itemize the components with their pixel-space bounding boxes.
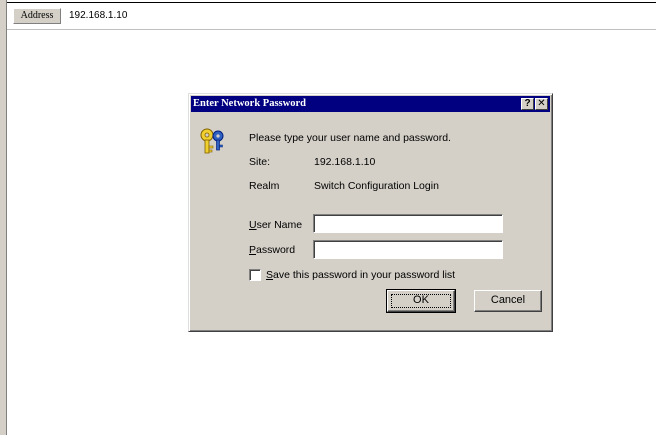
ok-button[interactable]: OK xyxy=(386,289,456,313)
cancel-button[interactable]: Cancel xyxy=(474,290,542,312)
dialog-prompt: Please type your user name and password. xyxy=(249,132,451,144)
realm-label: Realm xyxy=(249,180,280,192)
username-field[interactable] xyxy=(313,214,503,233)
password-label-text: assword xyxy=(256,244,296,256)
dialog-titlebar[interactable]: Enter Network Password ? ✕ xyxy=(191,96,550,112)
password-label-accesskey: P xyxy=(249,244,257,256)
site-label: Site: xyxy=(249,156,271,168)
username-label-text: ser Name xyxy=(256,219,303,231)
save-password-accesskey: S xyxy=(266,269,274,281)
key-icon xyxy=(200,128,224,154)
password-label: Password xyxy=(249,244,295,257)
site-value: 192.168.1.10 xyxy=(314,156,376,168)
toolbar-divider xyxy=(7,2,656,3)
save-password-text: ave this password in your password list xyxy=(273,269,456,281)
password-field[interactable] xyxy=(313,240,503,259)
save-password-checkbox[interactable] xyxy=(249,269,261,281)
address-label: Address xyxy=(13,8,61,24)
window-left-border xyxy=(0,0,7,435)
save-password-label[interactable]: Save this password in your password list xyxy=(266,269,455,282)
close-button[interactable]: ✕ xyxy=(535,98,548,110)
username-label-accesskey: U xyxy=(249,219,257,231)
username-label: User Name xyxy=(249,219,302,232)
realm-value: Switch Configuration Login xyxy=(314,180,439,192)
dialog-title: Enter Network Password xyxy=(193,98,306,109)
network-password-dialog: Enter Network Password ? ✕ Please type y… xyxy=(188,93,553,332)
address-input[interactable]: 192.168.1.10 xyxy=(69,8,127,24)
ok-focus-ring xyxy=(391,294,451,308)
help-button[interactable]: ? xyxy=(521,98,534,110)
address-bar: Address 192.168.1.10 xyxy=(7,0,656,30)
